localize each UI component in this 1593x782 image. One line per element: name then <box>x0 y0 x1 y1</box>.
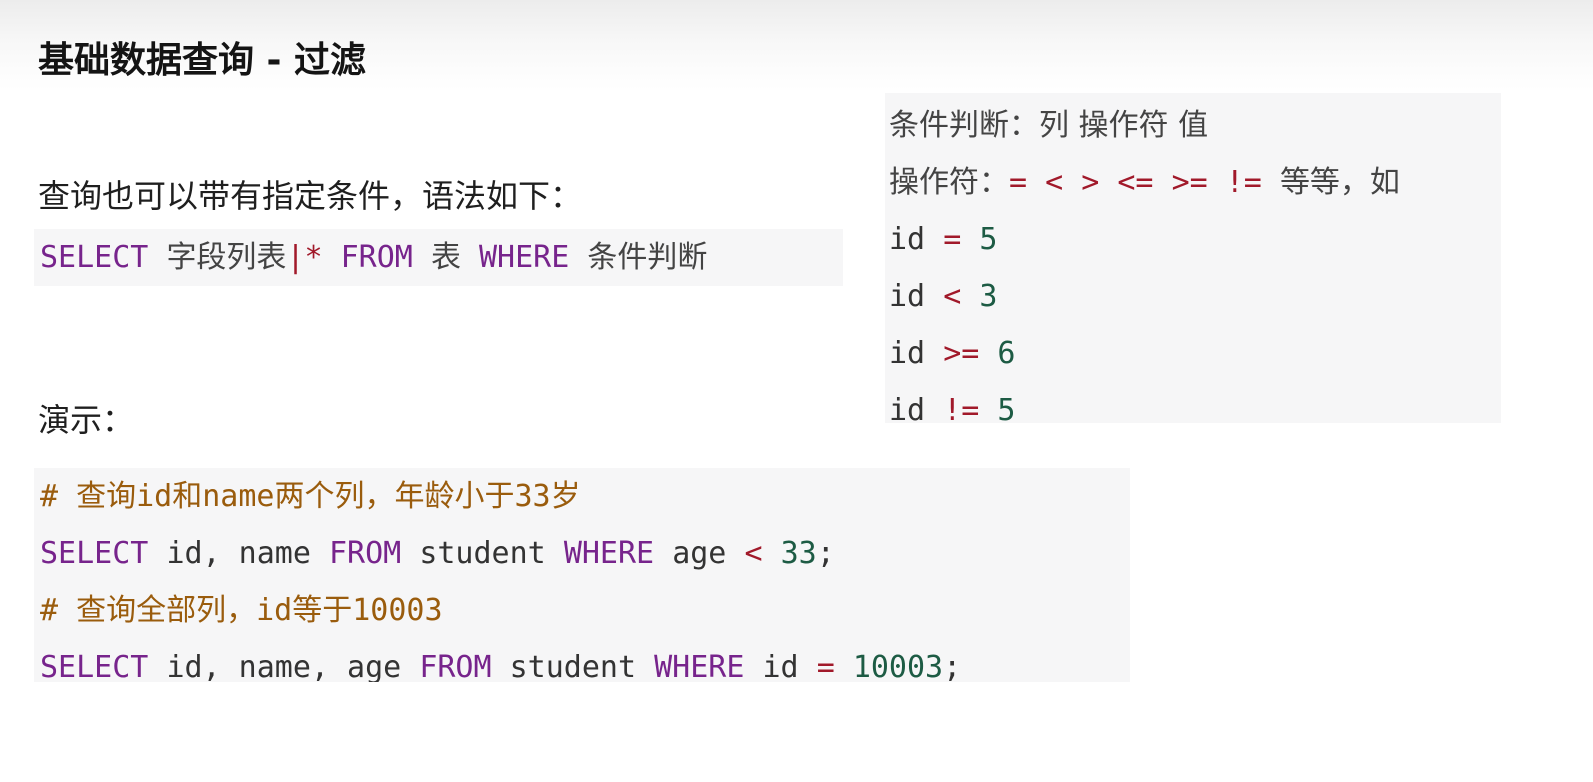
operator-ge: >= <box>1171 165 1208 200</box>
operator-gt: > <box>1081 165 1100 200</box>
keyword-from: FROM <box>419 650 492 682</box>
page-title: 基础数据查询 - 过滤 <box>38 40 367 81</box>
code-query-line: SELECT id, name, age FROM student WHERE … <box>40 639 1130 682</box>
operator-eq: = <box>1009 165 1028 200</box>
syntax-pipe: | <box>286 240 305 275</box>
syntax-table: 表 <box>430 240 461 275</box>
keyword-select: SELECT <box>40 650 149 682</box>
example-val: 5 <box>997 393 1016 423</box>
keyword-select: SELECT <box>40 536 149 571</box>
operators-label: 操作符： <box>889 165 1009 200</box>
syntax-star: * <box>304 240 323 275</box>
operator-le: <= <box>1117 165 1154 200</box>
example-op: != <box>943 393 980 423</box>
syntax-line: SELECT 字段列表|* FROM 表 WHERE 条件判断 <box>40 237 843 279</box>
example-line: id < 3 <box>889 268 1501 325</box>
demo-code-block: # 查询id和name两个列，年龄小于33岁 SELECT id, name FR… <box>34 468 1130 682</box>
example-val: 6 <box>997 336 1016 371</box>
query-operator: = <box>816 650 835 682</box>
query-condition-column: age <box>672 536 727 571</box>
query-value: 33 <box>780 536 817 571</box>
example-op: >= <box>943 336 980 371</box>
keyword-select: SELECT <box>40 240 149 275</box>
query-terminator: ; <box>816 536 835 571</box>
keyword-where: WHERE <box>479 240 570 275</box>
keyword-from: FROM <box>329 536 402 571</box>
example-line: id >= 6 <box>889 325 1501 382</box>
condition-code-block: 条件判断：列 操作符 值操作符：= < > <= >= != 等等，如 id = … <box>885 93 1501 423</box>
example-op: < <box>943 279 962 314</box>
example-col: id <box>889 393 926 423</box>
code-comment: # 查询id和name两个列，年龄小于33岁 <box>40 479 581 514</box>
query-condition-column: id <box>762 650 799 682</box>
example-line: id != 5 <box>889 382 1501 423</box>
condition-format-line: 条件判断：列 操作符 值 <box>889 108 1209 143</box>
example-val: 5 <box>979 222 998 257</box>
example-val: 3 <box>979 279 998 314</box>
code-comment: # 查询全部列，id等于10003 <box>40 593 443 628</box>
keyword-from: FROM <box>340 240 413 275</box>
query-columns: id, name <box>166 536 311 571</box>
example-col: id <box>889 279 926 314</box>
demo-label: 演示： <box>38 401 135 439</box>
query-operator: < <box>744 536 763 571</box>
syntax-fields: 字段列表 <box>166 240 287 275</box>
operator-ne: != <box>1225 165 1262 200</box>
example-line: id = 5 <box>889 211 1501 268</box>
operators-line: 操作符：= < > <= >= != 等等，如 <box>889 154 1501 211</box>
keyword-where: WHERE <box>654 650 745 682</box>
query-value: 10003 <box>852 650 944 682</box>
syntax-code-block: SELECT 字段列表|* FROM 表 WHERE 条件判断 <box>34 229 843 286</box>
operators-tail: 等等，如 <box>1279 165 1400 200</box>
intro-text: 查询也可以带有指定条件，语法如下： <box>38 177 583 215</box>
example-col: id <box>889 222 926 257</box>
operator-lt: < <box>1045 165 1064 200</box>
query-table: student <box>509 650 637 682</box>
query-terminator: ; <box>943 650 962 682</box>
code-query-line: SELECT id, name FROM student WHERE age <… <box>40 525 1130 582</box>
example-op: = <box>943 222 962 257</box>
example-col: id <box>889 336 926 371</box>
query-table: student <box>419 536 546 571</box>
query-columns: id, name, age <box>166 650 402 682</box>
syntax-condition: 条件判断 <box>587 240 708 275</box>
keyword-where: WHERE <box>563 536 655 571</box>
